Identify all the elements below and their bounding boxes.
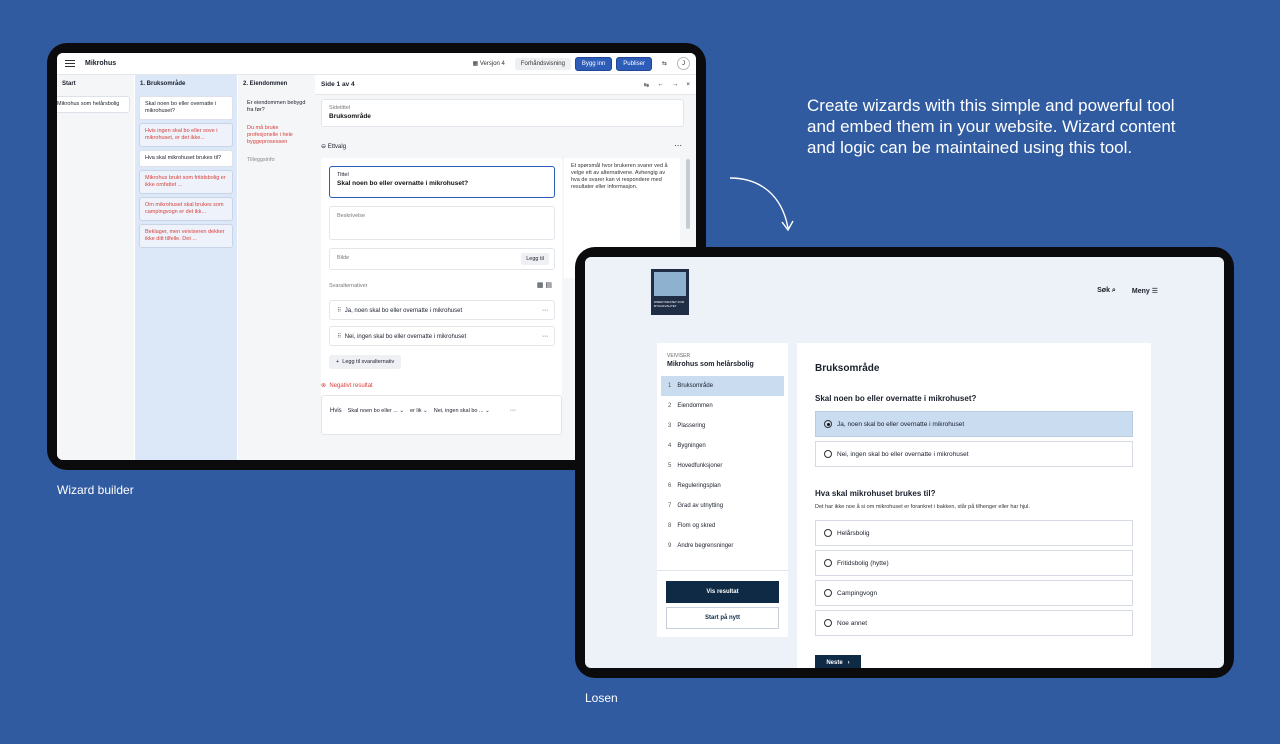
condition-row: Hvis Skal noen bo eller ... ⌄ er lik ⌄ N…: [321, 395, 562, 435]
block-type[interactable]: ⊖ Ettvalg: [321, 143, 346, 150]
arrow-right-icon[interactable]: →: [672, 81, 679, 89]
card-result[interactable]: Beklager, men veiviseren dekker ikke dit…: [139, 224, 233, 248]
wizard-main: Bruksområde Skal noen bo eller overnatte…: [797, 343, 1151, 668]
builder-title: Mikrohus: [85, 60, 117, 67]
caption-losen: Losen: [585, 691, 618, 705]
guide-label: VEIVISER: [667, 353, 691, 359]
answer-row[interactable]: ⠿ Nei, ingen skal bo eller overnatte i m…: [329, 326, 555, 346]
column-bruksomrade: 1. Bruksområde Skal noen bo eller overna…: [135, 75, 237, 460]
search-button[interactable]: Søk ⌕: [1097, 287, 1116, 295]
column-eiendommen-head: 2. Eiendommen: [243, 81, 288, 87]
step-item[interactable]: 3 Plassering: [661, 416, 784, 436]
swap-icon[interactable]: ⇆: [656, 57, 673, 70]
radio-icon: [824, 559, 832, 567]
radio-option[interactable]: Helårsbolig: [815, 520, 1133, 546]
question-title: Skal noen bo eller overnatte i mikrohuse…: [815, 394, 977, 403]
condition-operator-select[interactable]: er lik ⌄: [410, 408, 428, 414]
question-block: Tittel Skal noen bo eller overnatte i mi…: [321, 158, 562, 418]
layout-icon[interactable]: ▦ ▤: [537, 281, 552, 289]
losen-device: DIREKTORATET FOR BYGGKVALITET Søk ⌕ Meny…: [575, 247, 1234, 678]
caption-builder: Wizard builder: [57, 483, 134, 497]
card-question[interactable]: Skal noen bo eller overnatte i mikrohuse…: [139, 96, 233, 120]
card-result[interactable]: Hvis ingen skal bo eller sove i mikrohus…: [139, 123, 233, 147]
more-icon[interactable]: ⋯: [510, 407, 516, 414]
editor-panel-head: Side 1 av 4 ⇆ ← → ×: [315, 75, 696, 95]
card-question[interactable]: Hva skal mikrohuset brukes til?: [139, 150, 233, 167]
question-title: Hva skal mikrohuset brukes til?: [815, 489, 936, 498]
question-help: Det har ikke noe å si om mikrohuset er f…: [815, 504, 1030, 510]
column-start: Start Mikrohus som helårsbolig: [57, 75, 134, 460]
step-item[interactable]: 8 Flom og skred: [661, 516, 784, 536]
start-card[interactable]: Mikrohus som helårsbolig: [57, 96, 130, 113]
column-eiendommen: 2. Eiendommen Er eiendommen bebygd fra f…: [238, 75, 315, 460]
card-info[interactable]: Tilleggsinfo: [242, 153, 311, 168]
radio-icon: [824, 619, 832, 627]
radio-icon: [824, 589, 832, 597]
radio-icon: [824, 450, 832, 458]
chevron-right-icon: ›: [847, 660, 850, 666]
card-question[interactable]: Er eiendommen bebygd fra før?: [242, 96, 311, 118]
more-icon[interactable]: ⋯: [674, 141, 682, 150]
radio-option[interactable]: Nei, ingen skal bo eller overnatte i mik…: [815, 441, 1133, 467]
curved-arrow-icon: [729, 177, 794, 232]
step-item[interactable]: 7 Grad av utnytting: [661, 496, 784, 516]
title-field[interactable]: Tittel Skal noen bo eller overnatte i mi…: [329, 166, 555, 198]
losen-screen: DIREKTORATET FOR BYGGKVALITET Søk ⌕ Meny…: [585, 257, 1224, 668]
step-item[interactable]: 4 Bygningen: [661, 436, 784, 456]
description-field[interactable]: Beskrivelse: [329, 206, 555, 240]
dibk-logo[interactable]: DIREKTORATET FOR BYGGKVALITET: [651, 269, 689, 315]
avatar[interactable]: J: [677, 57, 690, 70]
card-result[interactable]: Du må bruke profesjonelle i hele byggepr…: [242, 121, 311, 150]
radio-option[interactable]: Ja, noen skal bo eller overnatte i mikro…: [815, 411, 1133, 437]
page-indicator: Side 1 av 4: [321, 81, 355, 88]
add-answer-button[interactable]: + Legg til svaralternativ: [329, 355, 402, 369]
restart-button[interactable]: Start på nytt: [666, 607, 779, 629]
wizard-sidebar: VEIVISER Mikrohus som helårsbolig 1 Bruks…: [657, 343, 788, 637]
step-item[interactable]: 9 Andre begrensninger: [661, 536, 784, 556]
column-start-head: Start: [62, 81, 76, 87]
step-item[interactable]: 5 Hovedfunksjoner: [661, 456, 784, 476]
condition-question-select[interactable]: Skal noen bo eller ... ⌄: [348, 408, 404, 414]
condition-value-select[interactable]: Nei, ingen skal bo ... ⌄: [434, 408, 490, 414]
radio-selected-icon: [824, 420, 832, 428]
version-button[interactable]: ▦ Versjon 4: [467, 57, 511, 70]
answer-row[interactable]: ⠿ Ja, noen skal bo eller overnatte i mik…: [329, 300, 555, 320]
arrow-left-icon[interactable]: ←: [657, 81, 664, 89]
builder-toolbar: Mikrohus ▦ Versjon 4 Forhåndsvisning Byg…: [57, 53, 696, 75]
answers-label: Svaralternativer: [329, 283, 368, 289]
menu-button[interactable]: Meny ☰: [1132, 287, 1158, 295]
step-item[interactable]: 6 Reguleringsplan: [661, 476, 784, 496]
publish-button[interactable]: Publiser: [616, 56, 652, 71]
next-button[interactable]: Neste ›: [815, 655, 861, 668]
guide-name: Mikrohus som helårsbolig: [667, 361, 754, 368]
card-result[interactable]: Om mikrohuset skal brukes som campingvog…: [139, 197, 233, 221]
radio-icon: [824, 529, 832, 537]
radio-option[interactable]: Fritidsbolig (hytte): [815, 550, 1133, 576]
page-title-field[interactable]: Sidetittel Bruksområde: [321, 99, 684, 127]
condition-if-label: Hvis: [330, 407, 342, 414]
image-add-button[interactable]: Legg til: [521, 253, 549, 265]
card-result[interactable]: Mikrohus brukt som fritidsbolig er ikke …: [139, 170, 233, 194]
swap-icon[interactable]: ⇆: [644, 81, 649, 89]
embed-button[interactable]: Bygg inn: [574, 56, 613, 71]
close-icon[interactable]: ×: [686, 81, 690, 89]
page-title: Bruksområde: [815, 363, 880, 374]
preview-button[interactable]: Forhåndsvisning: [514, 57, 571, 70]
hamburger-icon[interactable]: [65, 58, 75, 69]
negative-result-label: ⊗ Negativt resultat: [321, 383, 373, 389]
step-item[interactable]: 1 Bruksområde: [661, 376, 784, 396]
step-item[interactable]: 2 Eiendommen: [661, 396, 784, 416]
image-field: Bilde Legg til: [329, 248, 555, 270]
marketing-text: Create wizards with this simple and powe…: [807, 96, 1176, 157]
scrollbar[interactable]: [686, 159, 690, 229]
column-bruksomrade-head: 1. Bruksområde: [140, 81, 186, 87]
radio-option[interactable]: Campingvogn: [815, 580, 1133, 606]
show-result-button[interactable]: Vis resultat: [666, 581, 779, 603]
radio-option[interactable]: Noe annet: [815, 610, 1133, 636]
